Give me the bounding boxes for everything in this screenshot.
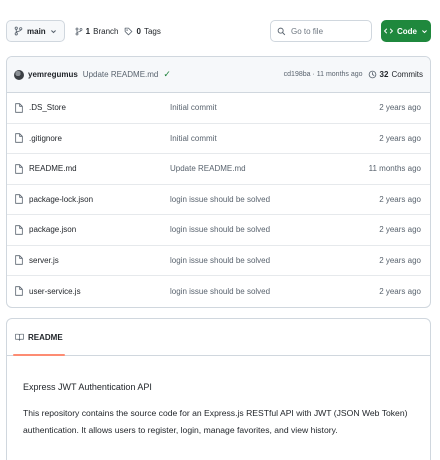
file-name-link[interactable]: README.md (15, 164, 170, 174)
chevron-down-icon (421, 28, 428, 35)
commits-link[interactable]: 32 Commits (368, 70, 423, 79)
file-row: package-lock.json login issue should be … (7, 185, 430, 215)
file-row: README.md Update README.md 11 months ago (7, 154, 430, 185)
branch-select-button[interactable]: main (6, 20, 65, 42)
file-name: README.md (29, 164, 77, 174)
tag-icon (124, 27, 133, 36)
tags-link[interactable]: 0 Tags (124, 26, 161, 36)
file-name-link[interactable]: package-lock.json (15, 194, 170, 204)
readme-description: This repository contains the source code… (23, 408, 408, 435)
file-commit-message-link[interactable]: login issue should be solved (170, 225, 379, 234)
file-icon (15, 164, 23, 174)
code-label: Code (397, 26, 417, 36)
commits-count: 32 (379, 70, 389, 79)
file-icon (15, 194, 23, 204)
file-name-link[interactable]: server.js (15, 255, 170, 265)
file-name-link[interactable]: .DS_Store (15, 103, 170, 113)
file-row: package.json login issue should be solve… (7, 215, 430, 246)
go-to-file-input[interactable]: Go to file (270, 20, 372, 42)
branches-label: Branch (93, 26, 119, 36)
branches-link[interactable]: 1 Branch (75, 26, 119, 36)
readme-title: Express JWT Authentication API (23, 382, 152, 392)
branch-icon (75, 27, 83, 36)
file-age: 2 years ago (379, 133, 421, 143)
file-age: 2 years ago (379, 225, 421, 235)
file-age: 2 years ago (379, 103, 421, 113)
check-icon[interactable]: ✓ (163, 69, 171, 80)
file-name: package-lock.json (29, 194, 94, 204)
file-name: .DS_Store (29, 103, 66, 113)
file-commit-message-link[interactable]: login issue should be solved (170, 256, 379, 265)
file-icon (15, 286, 23, 296)
file-row: server.js login issue should be solved 2… (7, 246, 430, 276)
readme-panel: README Express JWT Authentication API Th… (6, 318, 431, 460)
repo-toolbar: main 1 Branch 0 Tags Go to file Code (6, 20, 431, 42)
tags-label: Tags (143, 26, 161, 36)
commit-hash-time[interactable]: cd198ba · 11 months ago (284, 71, 363, 78)
file-name-link[interactable]: .gitignore (15, 133, 170, 143)
file-list: yemregumus Update README.md ✓ cd198ba · … (6, 56, 431, 308)
history-icon (368, 70, 377, 79)
readme-tab-bar: README (7, 319, 430, 356)
search-icon (277, 27, 286, 36)
readme-tab-label: README (28, 332, 63, 342)
branch-icon (14, 26, 23, 36)
readme-content: Express JWT Authentication API This repo… (7, 382, 430, 439)
file-commit-message-link[interactable]: login issue should be solved (170, 195, 379, 204)
tab-readme[interactable]: README (13, 319, 65, 356)
file-age: 2 years ago (379, 194, 421, 204)
book-icon (15, 333, 24, 341)
file-name: user-service.js (29, 286, 81, 296)
code-icon (384, 27, 393, 35)
file-row: .DS_Store Initial commit 2 years ago (7, 93, 430, 124)
branches-count: 1 (85, 26, 91, 36)
file-icon (15, 255, 23, 265)
file-name: server.js (29, 255, 59, 265)
avatar[interactable] (14, 69, 24, 80)
latest-commit-bar: yemregumus Update README.md ✓ cd198ba · … (7, 57, 430, 93)
file-name: .gitignore (29, 133, 62, 143)
file-row: .gitignore Initial commit 2 years ago (7, 124, 430, 154)
file-commit-message-link[interactable]: Initial commit (170, 134, 379, 143)
file-icon (15, 133, 23, 143)
code-button[interactable]: Code (381, 20, 431, 42)
file-age: 2 years ago (379, 286, 421, 296)
file-commit-message-link[interactable]: login issue should be solved (170, 287, 379, 296)
branch-label: main (27, 26, 46, 36)
file-name: package.json (29, 225, 77, 235)
file-age: 11 months ago (368, 164, 421, 174)
file-icon (15, 103, 23, 113)
file-name-link[interactable]: package.json (15, 225, 170, 235)
chevron-down-icon (50, 28, 57, 35)
file-commit-message-link[interactable]: Initial commit (170, 103, 379, 112)
commit-author-link[interactable]: yemregumus (28, 70, 78, 79)
tags-count: 0 (136, 26, 141, 36)
commit-message-link[interactable]: Update README.md (83, 70, 159, 79)
commits-label: Commits (391, 70, 423, 79)
file-commit-message-link[interactable]: Update README.md (170, 164, 369, 173)
file-age: 2 years ago (379, 255, 421, 265)
file-row: user-service.js login issue should be so… (7, 276, 430, 307)
file-name-link[interactable]: user-service.js (15, 286, 170, 296)
file-icon (15, 225, 23, 235)
search-placeholder: Go to file (291, 26, 324, 36)
